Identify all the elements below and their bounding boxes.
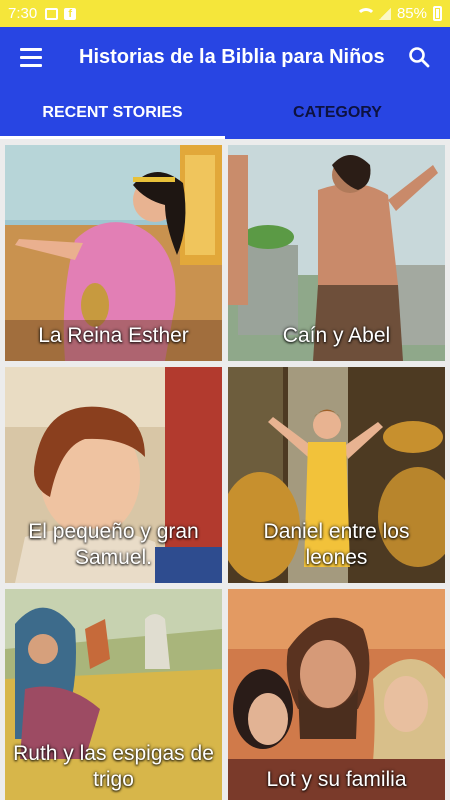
facebook-notification-icon: f: [64, 7, 77, 20]
story-title: Ruth y las espigas de trigo: [13, 742, 214, 791]
hamburger-menu-icon[interactable]: [0, 27, 62, 87]
battery-percent: 85%: [396, 5, 427, 22]
tab-bar: RECENT STORIES CATEGORY: [0, 87, 450, 139]
app-title: Historias de la Biblia para Niños: [79, 45, 385, 68]
story-card-daniel[interactable]: Daniel entre los leones: [228, 367, 445, 583]
tab-label: CATEGORY: [293, 104, 382, 121]
signal-icon: [378, 7, 391, 20]
story-title: El pequeño y gran Samuel.: [28, 520, 199, 569]
app-bar: Historias de la Biblia para Niños: [0, 27, 450, 87]
gallery-notification-icon: [45, 7, 59, 20]
story-card-samuel[interactable]: El pequeño y gran Samuel.: [5, 367, 222, 583]
story-title: La Reina Esther: [38, 324, 189, 347]
status-bar: 7:30 f 85%: [0, 0, 450, 27]
story-title: Caín y Abel: [282, 324, 391, 347]
stories-grid: La Reina Esther Caín y Abel El pequeño y…: [0, 139, 450, 800]
status-time: 7:30: [8, 5, 38, 22]
story-title: Daniel entre los leones: [263, 520, 410, 569]
story-card-lot[interactable]: Lot y su familia: [228, 589, 445, 800]
wifi-icon: [355, 7, 376, 20]
tab-category[interactable]: CATEGORY: [225, 87, 450, 139]
story-card-esther[interactable]: La Reina Esther: [5, 145, 222, 361]
tab-recent-stories[interactable]: RECENT STORIES: [0, 87, 225, 139]
tab-label: RECENT STORIES: [42, 104, 183, 121]
story-card-cain-abel[interactable]: Caín y Abel: [228, 145, 445, 361]
battery-icon: [433, 6, 442, 21]
search-icon[interactable]: [388, 27, 450, 87]
story-card-ruth[interactable]: Ruth y las espigas de trigo: [5, 589, 222, 800]
story-title: Lot y su familia: [266, 768, 407, 791]
